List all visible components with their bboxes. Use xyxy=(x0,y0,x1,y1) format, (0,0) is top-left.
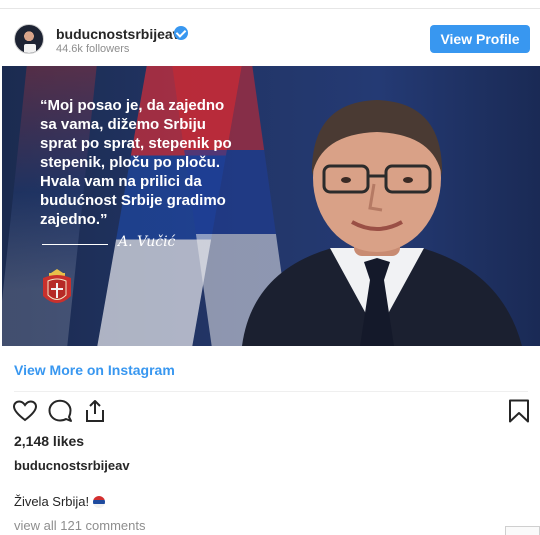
coat-of-arms-icon xyxy=(43,269,71,303)
signature: A. Vučić xyxy=(118,234,176,250)
serbia-flag-emoji-icon xyxy=(93,495,106,508)
share-icon[interactable] xyxy=(82,399,108,423)
divider xyxy=(14,391,528,392)
post-image[interactable]: “Moj posao je, da zajedno sa vama, dižem… xyxy=(2,66,540,346)
caption: Živela Srbija! xyxy=(14,494,106,509)
portrait-photo xyxy=(242,100,522,346)
comment-icon[interactable] xyxy=(47,399,73,423)
instagram-embed: buducnostsrbijeav 44.6k followers View P… xyxy=(0,0,540,535)
partial-element xyxy=(505,526,540,535)
username-link[interactable]: buducnostsrbijeav xyxy=(56,26,180,42)
caption-username[interactable]: buducnostsrbijeav xyxy=(14,458,130,473)
bookmark-icon[interactable] xyxy=(506,399,532,423)
view-profile-button[interactable]: View Profile xyxy=(430,25,530,53)
followers-count: 44.6k followers xyxy=(56,43,130,55)
post-header: buducnostsrbijeav 44.6k followers View P… xyxy=(0,16,540,64)
caption-text: Živela Srbija! xyxy=(14,494,90,509)
heart-icon[interactable] xyxy=(12,399,38,423)
post-actions xyxy=(0,399,540,423)
view-more-link[interactable]: View More on Instagram xyxy=(14,362,175,378)
view-comments-link[interactable]: view all 121 comments xyxy=(14,518,146,533)
top-divider xyxy=(0,8,540,9)
avatar[interactable] xyxy=(14,24,44,54)
signature-line xyxy=(42,244,108,245)
verified-badge-icon xyxy=(174,26,188,40)
likes-count[interactable]: 2,148 likes xyxy=(14,433,84,449)
